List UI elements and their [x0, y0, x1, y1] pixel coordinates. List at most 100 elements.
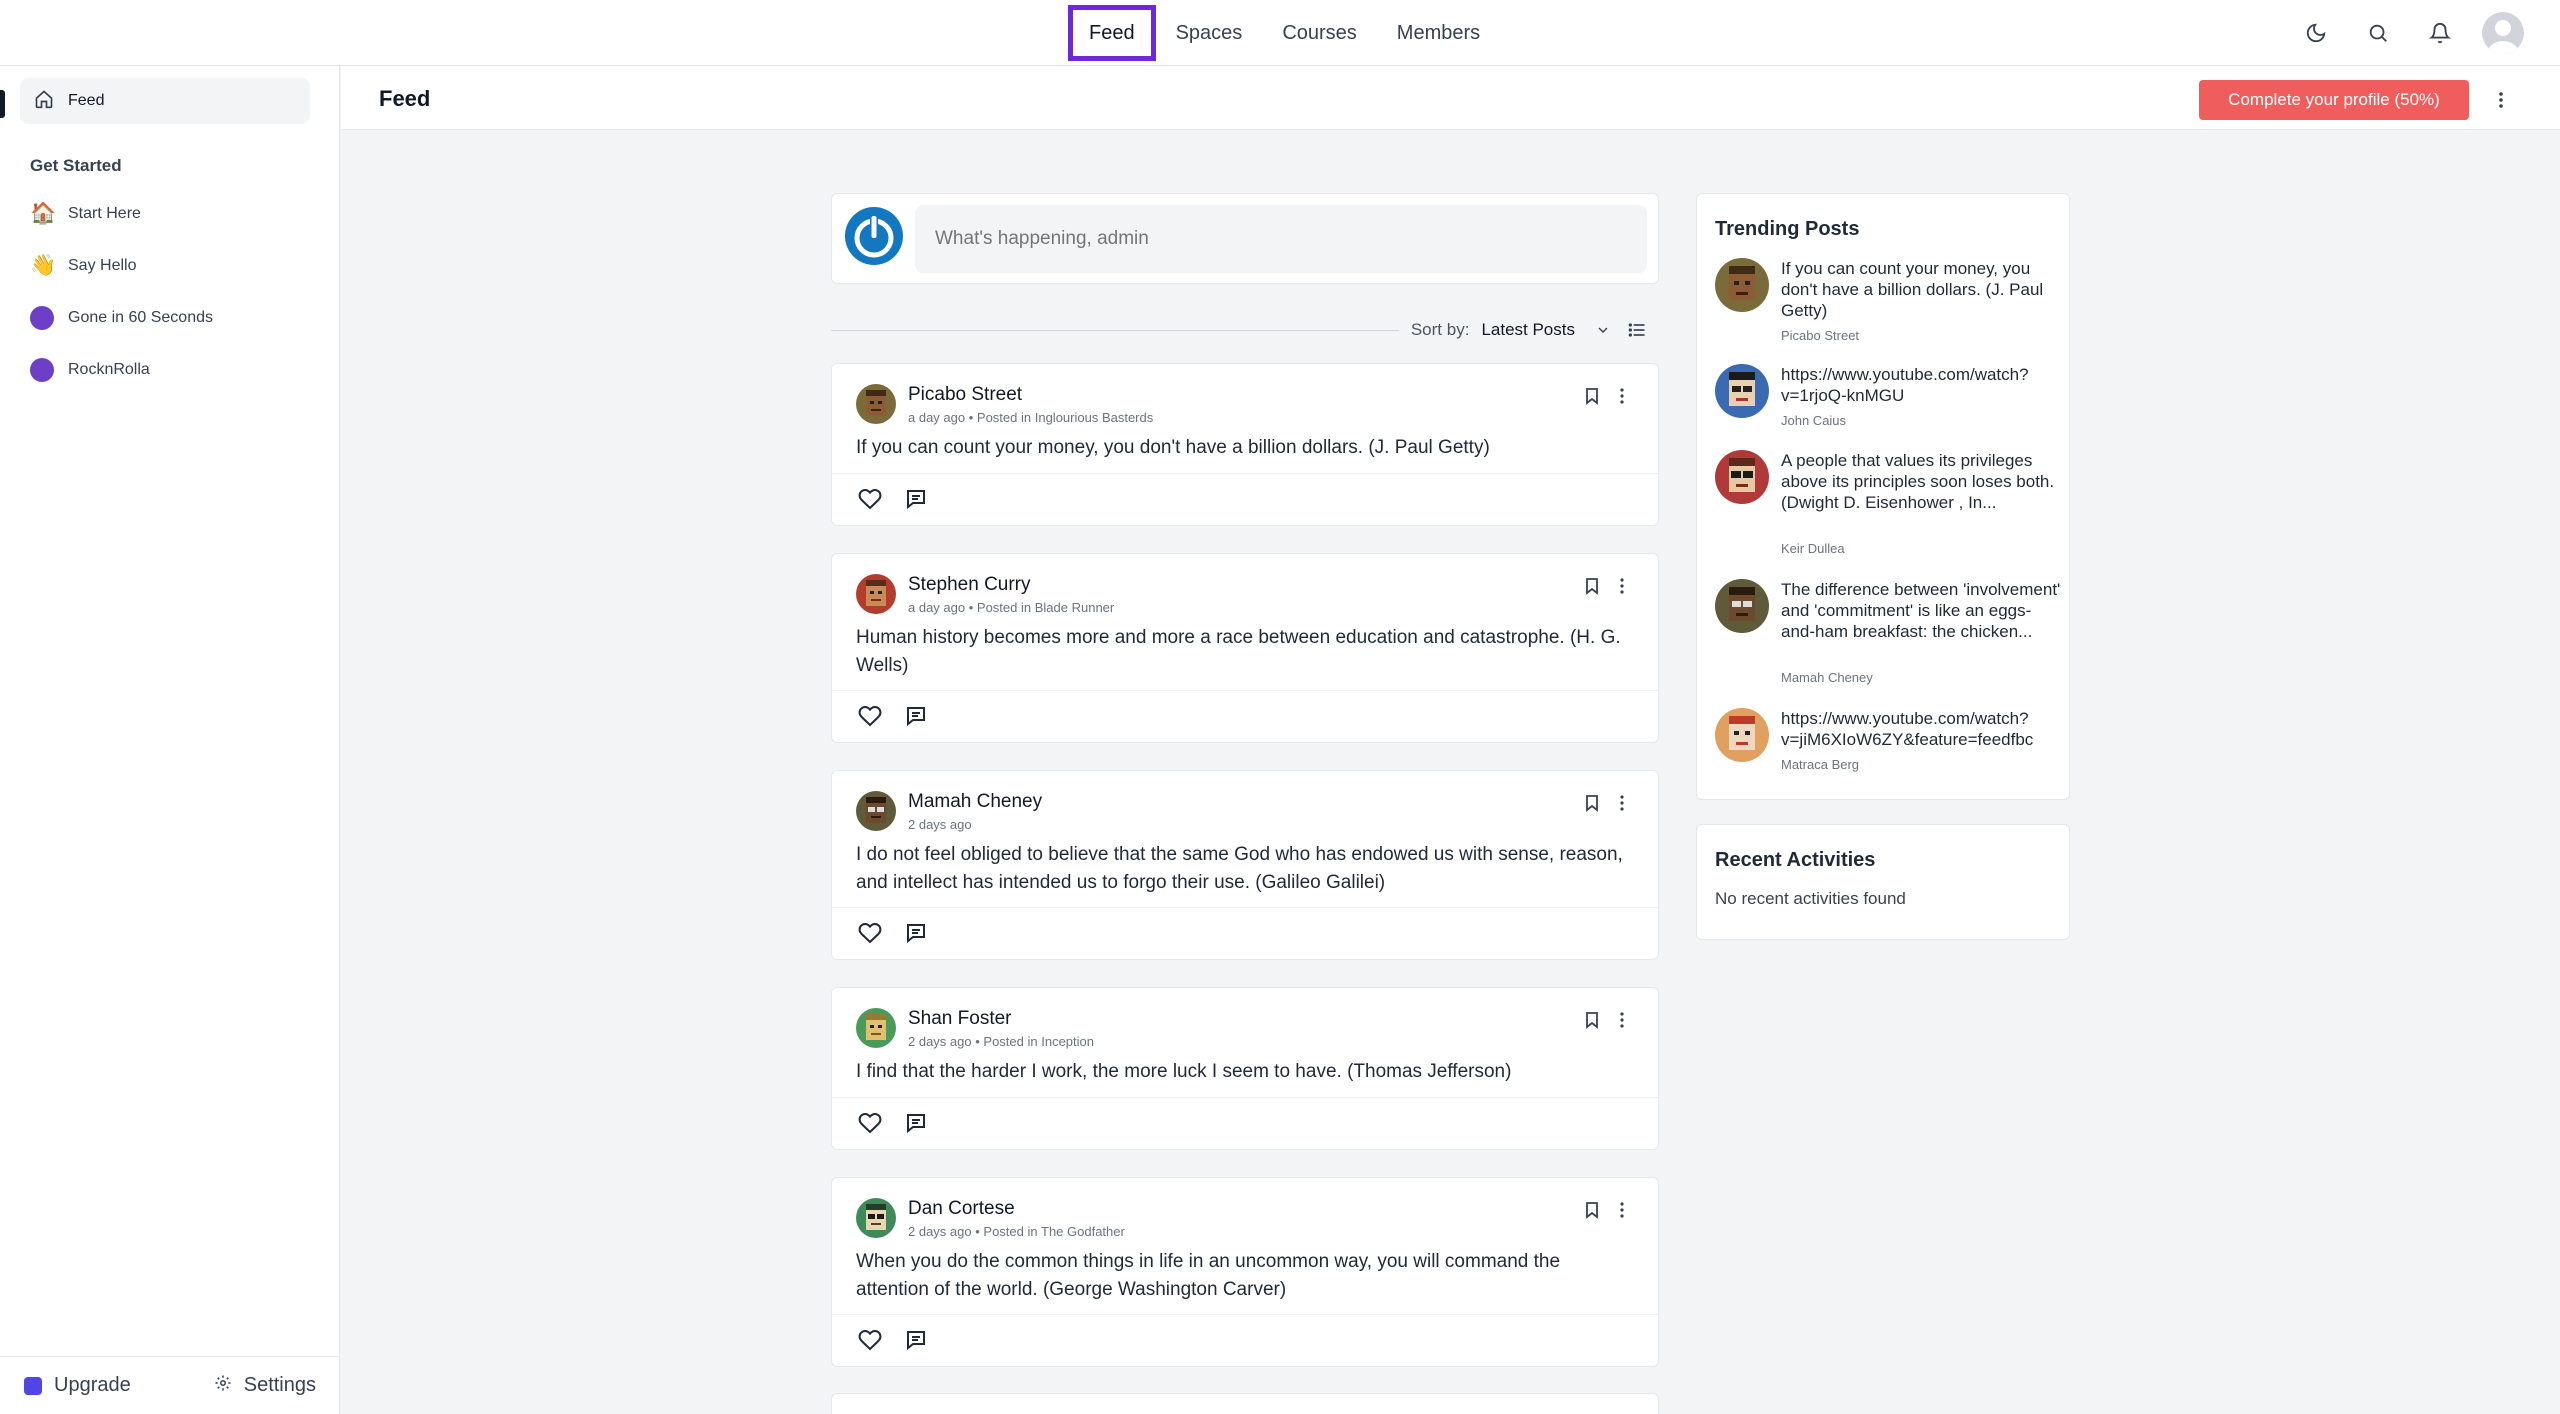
- active-indicator: [0, 90, 5, 118]
- nav-spaces[interactable]: Spaces: [1156, 5, 1263, 61]
- post-meta: 2 days ago • Posted in The Godfather: [908, 1224, 1125, 1239]
- more-options-icon[interactable]: [2491, 84, 2511, 116]
- post-actions: [832, 473, 1658, 525]
- sort-select[interactable]: Latest Posts: [1481, 320, 1575, 340]
- upgrade-icon: [24, 1376, 42, 1395]
- trending-item[interactable]: A people that values its privileges abov…: [1715, 450, 2060, 560]
- posted-in-prefix: • Posted in: [968, 410, 1032, 425]
- recent-activities-card: Recent Activities No recent activities f…: [1696, 824, 2070, 940]
- user-avatar[interactable]: [2482, 12, 2524, 54]
- post-input[interactable]: [915, 205, 1647, 273]
- more-options-icon[interactable]: [1610, 574, 1634, 598]
- author-avatar[interactable]: [856, 574, 896, 614]
- post-card: Picabo Street a day ago • Posted in Ingl…: [831, 363, 1659, 526]
- nav-courses[interactable]: Courses: [1262, 5, 1376, 61]
- sidebar-item-start-here[interactable]: 🏠 Start Here: [30, 188, 213, 240]
- nav-feed[interactable]: Feed: [1068, 5, 1156, 61]
- settings-button[interactable]: Settings: [214, 1374, 316, 1398]
- gear-icon: [214, 1374, 232, 1398]
- post-body: I do not feel obliged to believe that th…: [856, 844, 1623, 893]
- trending-posts-card: Trending Posts If you can count your mon…: [1696, 193, 2070, 800]
- author-name[interactable]: Stephen Curry: [908, 574, 1031, 596]
- sidebar-item-rocknrolla[interactable]: RocknRolla: [30, 344, 213, 396]
- complete-profile-button[interactable]: Complete your profile (50%): [2199, 80, 2469, 120]
- author-name[interactable]: Dan Cortese: [908, 1198, 1015, 1220]
- divider: [831, 329, 1399, 331]
- bookmark-icon[interactable]: [1580, 574, 1604, 598]
- post-card: Shan Foster 2 days ago • Posted in Incep…: [831, 987, 1659, 1150]
- post-card: Dan Cortese 2 days ago • Posted in The G…: [831, 1177, 1659, 1367]
- author-avatar[interactable]: [856, 791, 896, 831]
- posted-in-prefix: • Posted in: [968, 600, 1032, 615]
- page-title: Feed: [379, 86, 431, 111]
- trending-item[interactable]: https://www.youtube.com/watch?v=1rjoQ-kn…: [1715, 364, 2060, 434]
- sidebar-item-gone-in-60-seconds[interactable]: Gone in 60 Seconds: [30, 292, 213, 344]
- dark-mode-icon[interactable]: [2296, 13, 2336, 53]
- comment-icon[interactable]: [904, 1328, 930, 1354]
- trending-item[interactable]: The difference between 'involvement' and…: [1715, 579, 2060, 689]
- upgrade-button[interactable]: Upgrade: [24, 1374, 131, 1397]
- more-options-icon[interactable]: [1610, 384, 1634, 408]
- nav-members[interactable]: Members: [1377, 5, 1500, 61]
- trending-text: https://www.youtube.com/watch?v=jiM6XIoW…: [1781, 709, 2034, 749]
- recent-empty-text: No recent activities found: [1715, 889, 1906, 908]
- more-options-icon[interactable]: [1610, 1008, 1634, 1032]
- trending-item[interactable]: If you can count your money, you don't h…: [1715, 258, 2060, 348]
- trending-item[interactable]: https://www.youtube.com/watch?v=jiM6XIoW…: [1715, 708, 2060, 778]
- trending-text: If you can count your money, you don't h…: [1781, 259, 2044, 320]
- trending-author: Keir Dullea: [1781, 541, 1845, 556]
- post-time: a day ago: [908, 600, 966, 615]
- house-emoji-icon: 🏠: [30, 202, 57, 225]
- heart-icon[interactable]: [858, 1328, 884, 1354]
- post-card: [831, 1393, 1659, 1414]
- bookmark-icon[interactable]: [1580, 384, 1604, 408]
- comment-icon[interactable]: [904, 921, 930, 947]
- search-icon[interactable]: [2358, 13, 2398, 53]
- posted-in-prefix: • Posted in: [975, 1034, 1038, 1049]
- author-avatar[interactable]: [856, 1198, 896, 1238]
- author-avatar: [1715, 364, 1769, 418]
- post-space[interactable]: Blade Runner: [1035, 600, 1115, 615]
- post-composer: [831, 193, 1659, 284]
- bell-icon[interactable]: [2420, 13, 2460, 53]
- page-header: Feed Complete your profile (50%): [341, 66, 2560, 130]
- more-options-icon[interactable]: [1610, 1198, 1634, 1222]
- author-avatar: [1715, 258, 1769, 312]
- trending-text: https://www.youtube.com/watch?v=1rjoQ-kn…: [1781, 365, 2029, 405]
- heart-icon[interactable]: [858, 487, 884, 513]
- settings-label: Settings: [243, 1374, 316, 1396]
- comment-icon[interactable]: [904, 1111, 930, 1137]
- more-options-icon[interactable]: [1610, 791, 1634, 815]
- heart-icon[interactable]: [858, 704, 884, 730]
- post-time: 2 days ago: [908, 817, 972, 832]
- post-time: 2 days ago: [908, 1224, 972, 1239]
- post-meta: 2 days ago • Posted in Inception: [908, 1034, 1094, 1049]
- comment-icon[interactable]: [904, 704, 930, 730]
- list-view-icon[interactable]: [1625, 318, 1649, 342]
- bookmark-icon[interactable]: [1580, 791, 1604, 815]
- post-body: When you do the common things in life in…: [856, 1251, 1561, 1300]
- chevron-down-icon[interactable]: [1591, 318, 1615, 342]
- post-space[interactable]: The Godfather: [1041, 1224, 1125, 1239]
- heart-icon[interactable]: [858, 921, 884, 947]
- heart-icon[interactable]: [858, 1111, 884, 1137]
- sidebar-item-feed[interactable]: Feed: [20, 78, 310, 124]
- author-avatar[interactable]: [856, 1008, 896, 1048]
- author-name[interactable]: Picabo Street: [908, 384, 1022, 406]
- author-avatar[interactable]: [856, 384, 896, 424]
- author-name[interactable]: Mamah Cheney: [908, 791, 1042, 813]
- space-dot-icon: [30, 358, 54, 382]
- sidebar-footer: Upgrade Settings: [0, 1356, 340, 1414]
- bookmark-icon[interactable]: [1580, 1008, 1604, 1032]
- sidebar-item-say-hello[interactable]: 👋 Say Hello: [30, 240, 213, 292]
- sidebar-item-label: Say Hello: [68, 257, 137, 274]
- comment-icon[interactable]: [904, 487, 930, 513]
- post-body: Human history becomes more and more a ra…: [856, 627, 1621, 676]
- bookmark-icon[interactable]: [1580, 1198, 1604, 1222]
- trending-title: Trending Posts: [1715, 218, 1860, 240]
- author-name[interactable]: Shan Foster: [908, 1008, 1012, 1030]
- post-body: I find that the harder I work, the more …: [856, 1061, 1512, 1082]
- post-space[interactable]: Inglourious Basterds: [1035, 410, 1154, 425]
- top-bar: Feed Spaces Courses Members: [0, 0, 2560, 66]
- post-space[interactable]: Inception: [1041, 1034, 1094, 1049]
